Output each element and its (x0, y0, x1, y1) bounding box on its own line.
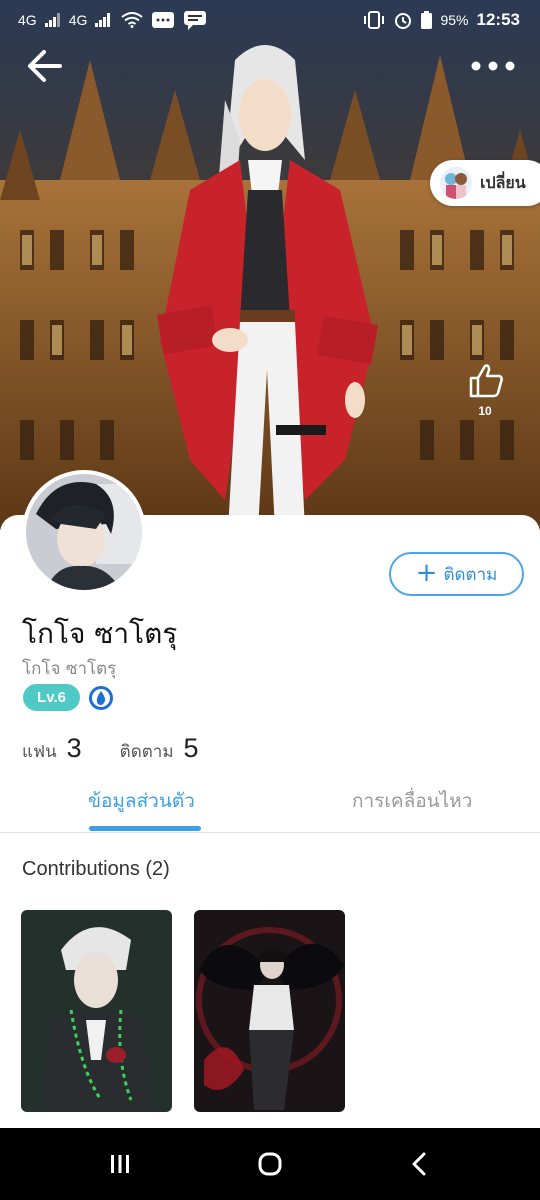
fans-label[interactable]: แฟน (22, 738, 57, 765)
battery-icon (421, 11, 433, 29)
character-illustration (156, 45, 379, 530)
tab-divider (0, 832, 540, 833)
profile-subname: โกโจ ซาโตรุ (22, 659, 117, 679)
contribution-item[interactable] (21, 910, 172, 1112)
following-count[interactable]: 5 (184, 733, 199, 764)
follow-button[interactable]: + ติดตาม (389, 552, 524, 596)
profile-banner (0, 0, 540, 530)
following-label[interactable]: ติดตาม (120, 738, 174, 765)
battery-percentage: 95% (440, 12, 469, 28)
alarm-icon (395, 13, 412, 29)
contribution-item[interactable] (194, 910, 345, 1112)
back-arrow-icon[interactable] (22, 46, 66, 86)
vibrate-icon (364, 11, 385, 29)
message-icon (152, 12, 175, 28)
home-icon[interactable] (250, 1148, 290, 1180)
system-navigation-bar (0, 1128, 540, 1200)
active-tab-indicator (89, 826, 201, 831)
change-outfit-button[interactable]: เปลี่ยน (430, 160, 540, 206)
clock-time: 12:53 (476, 10, 520, 29)
change-outfit-label: เปลี่ยน (480, 172, 526, 192)
outfit-thumbnail (440, 167, 472, 199)
chat-icon (184, 11, 207, 30)
profile-name: โกโจ ซาโตรุ (22, 617, 178, 650)
signal-icon (44, 13, 60, 27)
status-bar: 4G 4G 95% 12:53 (0, 0, 540, 42)
more-horizontal-icon[interactable] (470, 54, 516, 78)
signal-icon-2 (95, 13, 111, 27)
plus-icon: + (415, 557, 438, 588)
tab-profile-info[interactable]: ข้อมูลส่วนตัว (88, 786, 195, 816)
network-type-label-2: 4G (68, 12, 88, 28)
follow-label: ติดตาม (443, 564, 498, 585)
wifi-icon (121, 12, 143, 28)
contributions-title: Contributions (2) (22, 858, 170, 880)
profile-stats: แฟน 3 ติดตาม 5 (22, 733, 237, 765)
avatar-image (26, 474, 142, 590)
tab-activity[interactable]: การเคลื่อนไหว (352, 786, 472, 816)
drop-badge-icon (89, 686, 113, 710)
recent-apps-icon[interactable] (100, 1148, 140, 1180)
contribution-image (194, 910, 345, 1112)
like-count: 10 (478, 404, 492, 418)
network-type-label: 4G (18, 12, 37, 28)
level-badge: Lv.6 (23, 684, 80, 711)
fans-count[interactable]: 3 (67, 733, 82, 764)
like-button[interactable]: 10 (460, 360, 510, 418)
back-nav-icon[interactable] (400, 1148, 440, 1180)
avatar[interactable] (22, 470, 146, 594)
thumbs-up-icon (469, 364, 503, 398)
contribution-image (21, 910, 172, 1112)
